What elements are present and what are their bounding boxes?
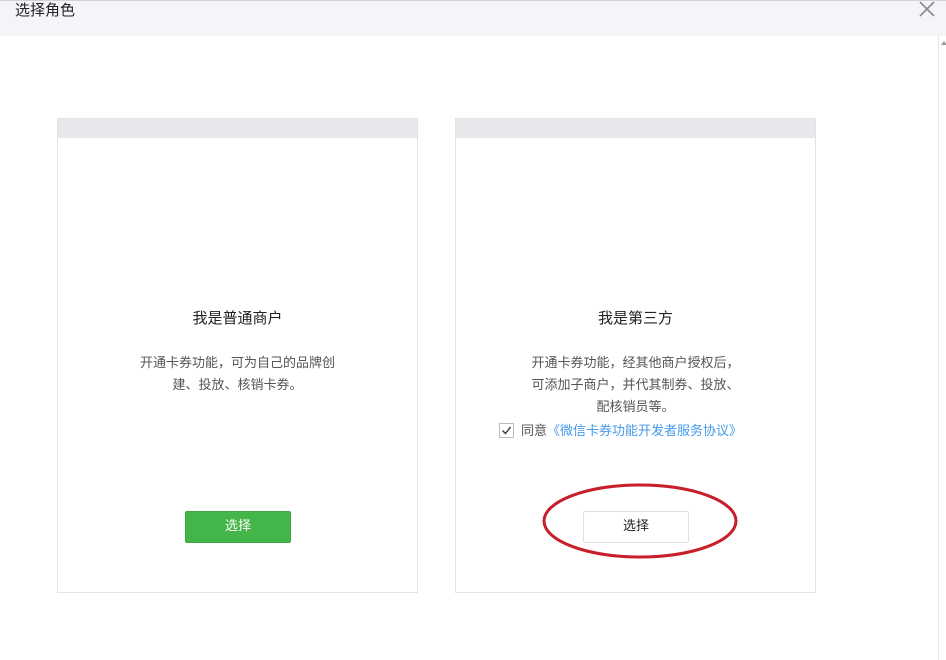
- select-third-party-button[interactable]: 选择: [583, 511, 689, 543]
- close-button[interactable]: [917, 0, 937, 19]
- card-header-bar: [456, 119, 815, 138]
- description-line: 开通卡券功能，可为自己的品牌创: [139, 356, 335, 371]
- description-line: 配核销员等。: [596, 400, 675, 415]
- description-line: 可添加子商户，并代其制券、投放、: [531, 378, 740, 393]
- card-header-bar: [58, 119, 417, 138]
- merchant-role-title: 我是普通商户: [192, 309, 283, 327]
- third-party-role-title: 我是第三方: [597, 309, 673, 327]
- scrollbar[interactable]: [938, 36, 946, 660]
- dialog-title: 选择角色: [15, 1, 76, 19]
- agreement-row: 同意《微信卡券功能开发者服务协议》: [499, 422, 742, 442]
- agreement-checkbox[interactable]: [499, 423, 514, 438]
- third-party-role-description: 开通卡券功能，经其他商户授权后， 可添加子商户，并代其制券、投放、 配核销员等。: [496, 353, 775, 419]
- description-line: 建、投放、核销卡券。: [172, 378, 303, 393]
- merchant-role-description: 开通卡券功能，可为自己的品牌创 建、投放、核销卡券。: [98, 353, 377, 397]
- merchant-role-card: 我是普通商户 开通卡券功能，可为自己的品牌创 建、投放、核销卡券。 选择: [57, 118, 418, 593]
- service-agreement-link[interactable]: 《微信卡券功能开发者服务协议》: [547, 424, 742, 439]
- third-party-role-card: 我是第三方 开通卡券功能，经其他商户授权后， 可添加子商户，并代其制券、投放、 …: [455, 118, 816, 593]
- close-icon: [919, 1, 935, 17]
- select-merchant-button[interactable]: 选择: [185, 511, 291, 543]
- agreement-prefix: 同意: [521, 424, 548, 439]
- scroll-up-arrow-icon[interactable]: [941, 41, 946, 45]
- dialog-header: 选择角色: [0, 0, 946, 36]
- check-icon: [501, 426, 512, 435]
- description-line: 开通卡券功能，经其他商户授权后，: [531, 356, 740, 371]
